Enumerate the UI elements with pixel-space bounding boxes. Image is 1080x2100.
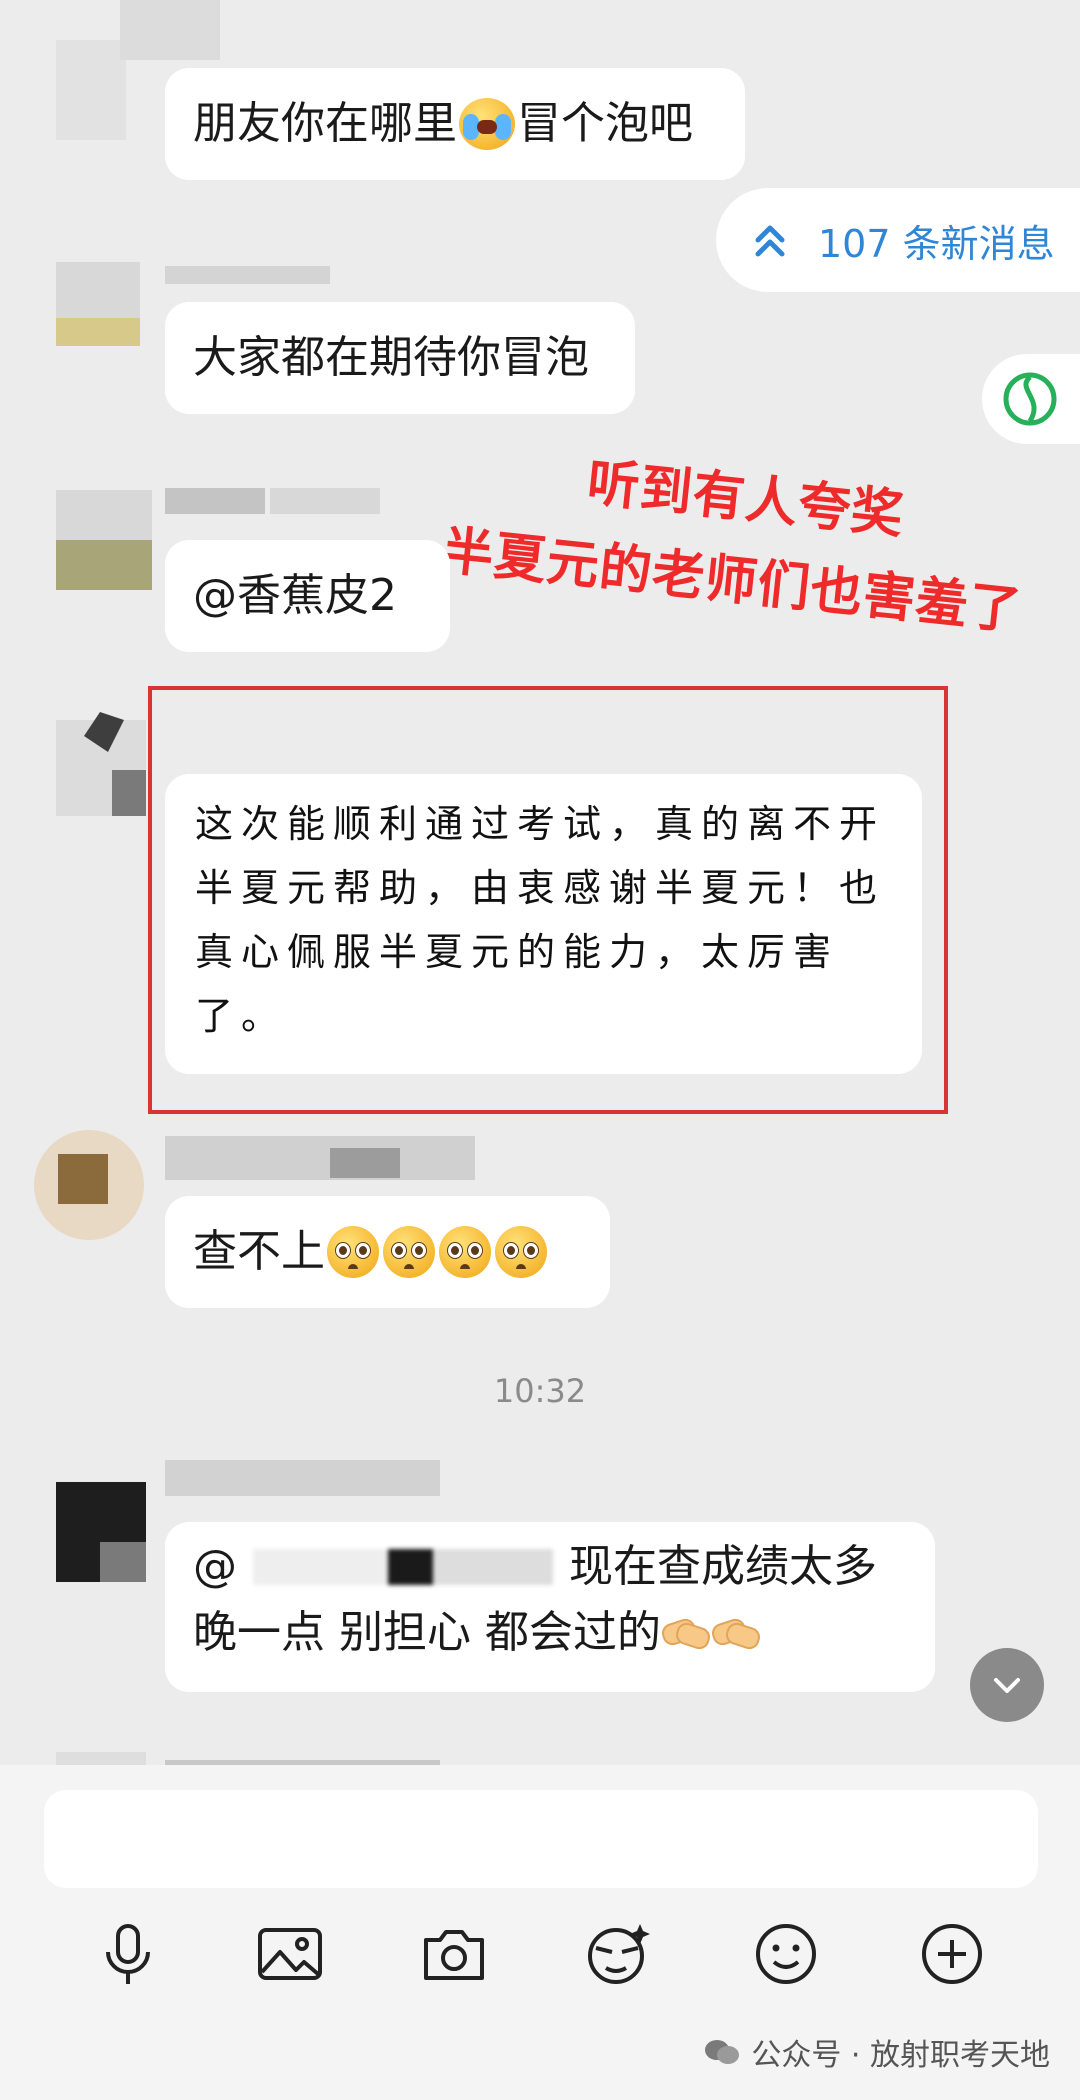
message-input[interactable] xyxy=(44,1790,1038,1888)
plus-icon xyxy=(922,1924,982,1984)
avatar xyxy=(58,1154,108,1204)
message-bubble[interactable]: @香蕉皮2 xyxy=(165,540,450,652)
image-button[interactable] xyxy=(254,1918,326,1990)
message-text: 晚一点 别担心 都会过的 xyxy=(193,1607,661,1658)
sender-name xyxy=(270,488,380,514)
message-text: 查不上 xyxy=(193,1226,325,1277)
message-text-line: 了。 xyxy=(195,994,288,1038)
double-chevron-up-icon xyxy=(755,225,785,257)
pleading-face-icon xyxy=(327,1226,379,1278)
message-text: 现在查成绩太多 xyxy=(569,1541,877,1592)
pleading-face-icon xyxy=(383,1226,435,1278)
pleading-face-icon xyxy=(439,1226,491,1278)
sender-name xyxy=(165,1460,440,1496)
emoji-icon xyxy=(756,1924,816,1984)
crying-face-icon xyxy=(459,98,515,150)
pleading-face-icon xyxy=(495,1226,547,1278)
scroll-to-bottom-button[interactable] xyxy=(970,1648,1044,1722)
message-bubble[interactable]: @ 现在查成绩太多 晚一点 别担心 都会过的 xyxy=(165,1522,935,1692)
wechat-icon xyxy=(705,2040,740,2064)
sender-name xyxy=(165,488,265,514)
message-text: 大家都在期待你冒泡 xyxy=(193,332,589,383)
message-bubble[interactable]: 这次能顺利通过考试，真的离不开 半夏元帮助，由衷感谢半夏元！也 真心佩服半夏元的… xyxy=(165,774,922,1074)
sender-name xyxy=(165,266,330,284)
message-text-line: 这次能顺利通过考试，真的离不开 xyxy=(195,802,886,846)
add-button[interactable] xyxy=(916,1918,988,1990)
avatar xyxy=(100,1542,146,1582)
watermark-text: 公众号 · 放射职考天地 xyxy=(751,2038,1050,2073)
message-text-line: 半夏元帮助，由衷感谢半夏元！也 xyxy=(195,866,886,910)
avatar[interactable] xyxy=(56,40,126,140)
message-bubble[interactable]: 查不上 xyxy=(165,1196,610,1308)
avatar[interactable] xyxy=(120,0,220,60)
watermark: 公众号 · 放射职考天地 xyxy=(703,2030,1050,2074)
handshake-icon xyxy=(709,1613,763,1653)
message-bubble[interactable]: 朋友你在哪里 冒个泡吧 xyxy=(165,68,745,180)
message-text: @香蕉皮2 xyxy=(193,570,397,621)
app-logo-icon xyxy=(1003,372,1057,426)
camera-button[interactable] xyxy=(418,1918,490,1990)
avatar xyxy=(56,318,140,346)
sender-name xyxy=(330,1148,400,1178)
emoji-button[interactable] xyxy=(750,1918,822,1990)
image-icon xyxy=(258,1928,322,1980)
sticker-button[interactable] xyxy=(582,1918,654,1990)
chevron-down-icon xyxy=(994,1678,1020,1693)
message-bubble[interactable]: 大家都在期待你冒泡 xyxy=(165,302,635,414)
app-shortcut-button[interactable] xyxy=(982,354,1080,444)
message-text-line: 真心佩服半夏元的能力，太厉害 xyxy=(195,930,840,974)
microphone-button[interactable] xyxy=(92,1918,164,1990)
redacted-mention xyxy=(253,1549,553,1585)
avatar xyxy=(112,770,146,816)
message-text: 朋友你在哪里 xyxy=(193,98,457,149)
sticker-icon xyxy=(588,1924,650,1984)
handshake-icon xyxy=(659,1613,713,1653)
mention-prefix: @ xyxy=(193,1541,237,1592)
microphone-icon xyxy=(106,1924,150,1984)
sender-name xyxy=(165,1136,475,1180)
message-timestamp: 10:32 xyxy=(493,1372,587,1410)
avatar xyxy=(56,540,152,590)
new-messages-label: 107 条新消息 xyxy=(818,221,1055,266)
new-messages-button[interactable]: 107 条新消息 xyxy=(716,188,1080,292)
camera-icon xyxy=(424,1930,484,1980)
message-text: 冒个泡吧 xyxy=(517,98,693,149)
